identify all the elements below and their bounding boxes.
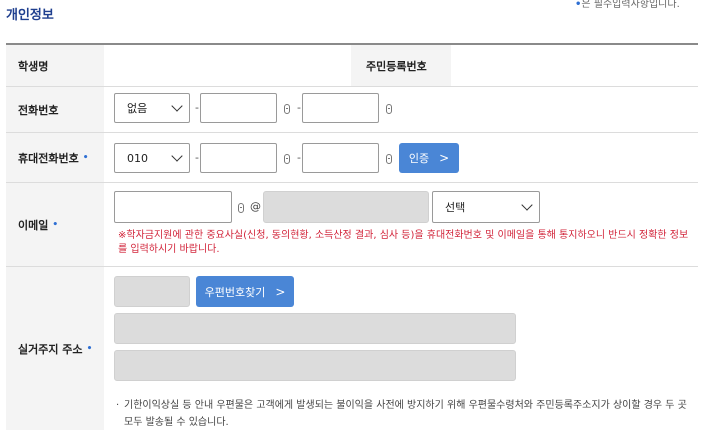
mobile-mid-input[interactable] — [200, 143, 277, 173]
email-domain-select[interactable]: 선택 — [432, 191, 540, 223]
secure-keypad-icon[interactable] — [284, 154, 290, 164]
chevron-down-icon — [171, 100, 183, 112]
zipcode-input[interactable] — [114, 276, 190, 307]
required-note-text: 은 필수입력사항입니다. — [581, 0, 680, 10]
chevron-right-icon: > — [275, 284, 286, 299]
address-notice: · 기한이익상실 등 안내 우편물은 고객에게 발생되는 불이익을 사전에 방지하… — [116, 397, 689, 430]
address-line2-input[interactable] — [114, 350, 516, 381]
mobile-last-input[interactable] — [302, 143, 379, 173]
phone-label: 전화번호 — [6, 87, 104, 132]
phone-last-input[interactable] — [302, 93, 379, 123]
at-sign: @ — [250, 200, 261, 213]
resident-no-label: 주민등록번호 — [351, 45, 451, 86]
secure-keypad-icon[interactable] — [284, 104, 290, 114]
required-note: •은 필수입력사항입니다. — [575, 0, 680, 10]
required-icon: • — [86, 344, 93, 354]
address-label: 실거주지 주소 • — [6, 267, 104, 430]
row-email: 이메일 • @ 선택 ※학자금지원에 관한 중요사실(신청, 동의현황, 소득산정… — [6, 183, 698, 267]
mobile-carrier-select[interactable]: 010 — [114, 143, 190, 173]
personal-info-form: 학생명 주민등록번호 전화번호 없음 - - 휴대전화번호 • 010 - - 인… — [6, 43, 698, 430]
dash-icon: - — [297, 101, 301, 114]
row-student-name: 학생명 주민등록번호 — [6, 45, 698, 87]
page-title: 개인정보 — [6, 8, 54, 23]
phone-mid-input[interactable] — [200, 93, 277, 123]
bullet-icon: · — [116, 400, 120, 411]
required-icon: • — [52, 219, 59, 230]
mobile-label: 휴대전화번호 • — [6, 133, 104, 182]
verify-button[interactable]: 인증 > — [399, 143, 459, 173]
row-mobile: 휴대전화번호 • 010 - - 인증 > — [6, 133, 698, 183]
student-name-label: 학생명 — [6, 45, 104, 86]
email-label: 이메일 • — [6, 183, 104, 266]
row-address: 실거주지 주소 • 우편번호찾기 > · 기한이익상실 등 안내 우편물은 고객에게 … — [6, 267, 698, 430]
chevron-down-icon — [521, 199, 533, 211]
email-warning: ※학자금지원에 관한 중요사실(신청, 동의현황, 소득산정 결과, 심사 등)… — [118, 230, 689, 255]
phone-area-select[interactable]: 없음 — [114, 93, 190, 123]
zipcode-search-button[interactable]: 우편번호찾기 > — [196, 276, 294, 307]
dash-icon: - — [195, 151, 199, 164]
required-icon: • — [82, 152, 89, 163]
chevron-right-icon: > — [439, 151, 450, 165]
secure-keypad-icon[interactable] — [238, 203, 244, 213]
row-phone: 전화번호 없음 - - — [6, 87, 698, 133]
address-line1-input[interactable] — [114, 313, 516, 344]
secure-keypad-icon[interactable] — [386, 154, 392, 164]
dash-icon: - — [195, 101, 199, 114]
chevron-down-icon — [171, 150, 183, 162]
email-domain-input[interactable] — [263, 191, 429, 223]
email-id-input[interactable] — [114, 191, 232, 223]
secure-keypad-icon[interactable] — [386, 104, 392, 114]
dash-icon: - — [297, 151, 301, 164]
